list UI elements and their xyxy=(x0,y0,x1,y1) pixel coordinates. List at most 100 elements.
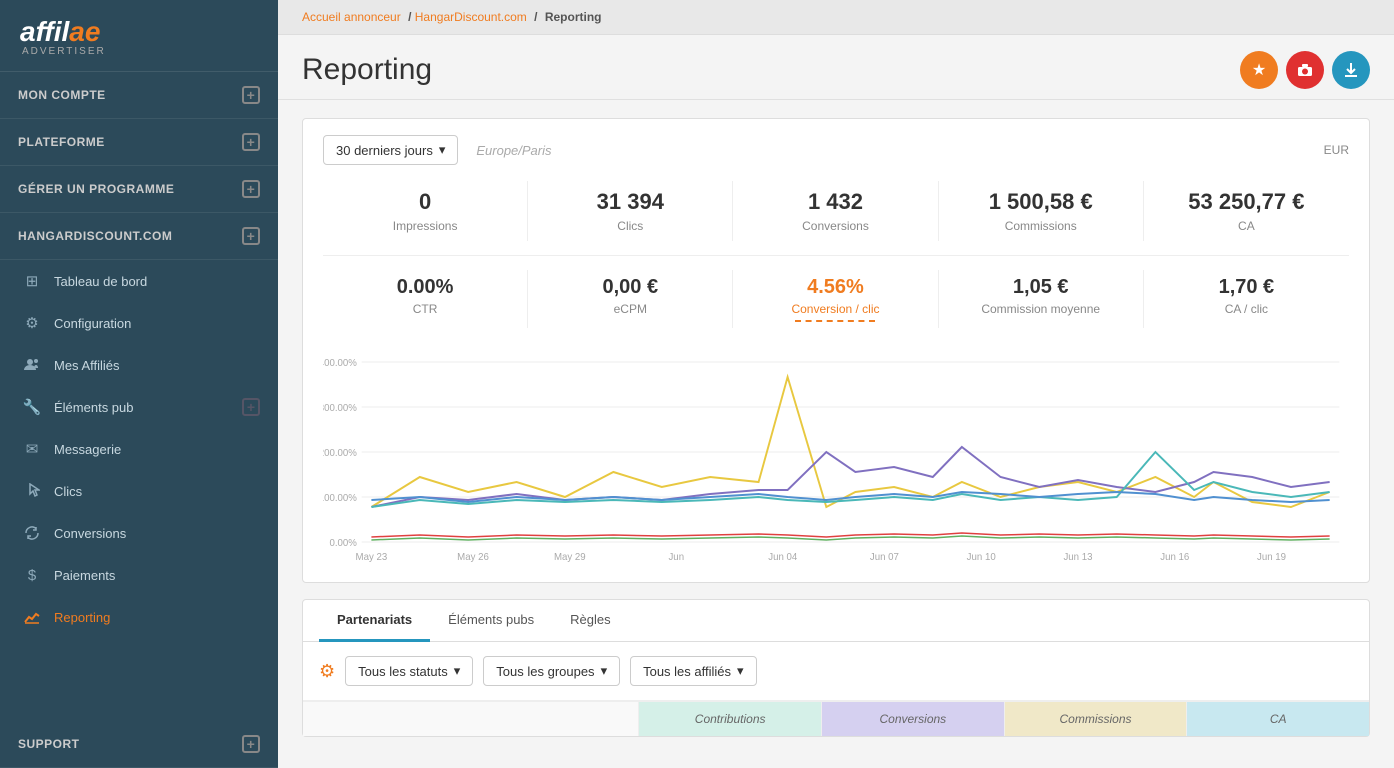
sidebar-item-elements-pub[interactable]: 🔧 Éléments pub + xyxy=(0,386,278,428)
sidebar-item-messagerie-label: Messagerie xyxy=(54,442,121,457)
stats-toolbar: 30 derniers jours ▾ Europe/Paris EUR xyxy=(323,135,1349,165)
sidebar-item-configuration-label: Configuration xyxy=(54,316,131,331)
sidebar-item-mes-affilies[interactable]: Mes Affiliés xyxy=(0,344,278,386)
clics-value: 31 394 xyxy=(532,189,728,215)
chart-container: 400.00% 300.00% 200.00% 100.00% 0.00% xyxy=(323,342,1349,582)
sidebar-item-paiements[interactable]: $ Paiements xyxy=(0,554,278,596)
filter-settings-icon[interactable]: ⚙ xyxy=(319,661,335,682)
plateforme-expand-icon: + xyxy=(242,133,260,151)
stat-clics: 31 394 Clics xyxy=(528,181,733,241)
sidebar-section-mon-compte-label: MON COMPTE xyxy=(18,88,106,102)
statuts-chevron: ▾ xyxy=(454,663,461,679)
table-col-conversions: Conversions xyxy=(822,702,1005,736)
statuts-label: Tous les statuts xyxy=(358,664,448,679)
conversions-label: Conversions xyxy=(737,219,933,233)
gerer-programme-expand-icon: + xyxy=(242,180,260,198)
stat-conversions: 1 432 Conversions xyxy=(733,181,938,241)
tabs-header: Partenariats Éléments pubs Règles xyxy=(303,600,1369,642)
sidebar-item-conversions-label: Conversions xyxy=(54,526,126,541)
messagerie-icon: ✉ xyxy=(22,439,42,459)
conversions-icon xyxy=(22,523,42,543)
configuration-icon: ⚙ xyxy=(22,313,42,333)
sidebar-item-paiements-label: Paiements xyxy=(54,568,115,583)
stats-row-1: 0 Impressions 31 394 Clics 1 432 Convers… xyxy=(323,181,1349,256)
sidebar-section-plateforme-header[interactable]: PLATEFORME + xyxy=(0,119,278,165)
camera-button[interactable] xyxy=(1286,51,1324,89)
svg-text:May 23: May 23 xyxy=(356,552,388,563)
sidebar-section-hangardiscount-label: HANGARDISCOUNT.COM xyxy=(18,229,172,243)
svg-text:Jun 07: Jun 07 xyxy=(870,552,899,563)
sidebar-item-mes-affilies-label: Mes Affiliés xyxy=(54,358,120,373)
sidebar-item-clics-label: Clics xyxy=(54,484,82,499)
table-col-commissions: Commissions xyxy=(1005,702,1188,736)
svg-text:Jun 10: Jun 10 xyxy=(967,552,997,563)
ecpm-label: eCPM xyxy=(532,302,728,316)
reporting-icon xyxy=(22,607,42,627)
stat-impressions: 0 Impressions xyxy=(323,181,528,241)
chart-svg: 400.00% 300.00% 200.00% 100.00% 0.00% xyxy=(323,352,1349,572)
ca-clic-label: CA / clic xyxy=(1148,302,1345,316)
breadcrumb: Accueil annonceur / HangarDiscount.com /… xyxy=(278,0,1394,35)
groupes-dropdown[interactable]: Tous les groupes ▾ xyxy=(483,656,620,686)
sidebar-section-mon-compte: MON COMPTE + xyxy=(0,72,278,119)
sidebar-section-mon-compte-header[interactable]: MON COMPTE + xyxy=(0,72,278,118)
sidebar-section-hangardiscount-header[interactable]: HANGARDISCOUNT.COM + xyxy=(0,213,278,259)
breadcrumb-current: Reporting xyxy=(545,10,602,24)
mon-compte-expand-icon: + xyxy=(242,86,260,104)
tabs-section: Partenariats Éléments pubs Règles ⚙ Tous… xyxy=(302,599,1370,737)
impressions-value: 0 xyxy=(327,189,523,215)
date-range-dropdown[interactable]: 30 derniers jours ▾ xyxy=(323,135,458,165)
breadcrumb-site[interactable]: HangarDiscount.com xyxy=(415,10,527,24)
sidebar-item-clics[interactable]: Clics xyxy=(0,470,278,512)
star-button[interactable]: ★ xyxy=(1240,51,1278,89)
main-content: Accueil annonceur / HangarDiscount.com /… xyxy=(278,0,1394,768)
content-area: 30 derniers jours ▾ Europe/Paris EUR 0 I… xyxy=(278,100,1394,768)
tab-regles[interactable]: Règles xyxy=(552,600,628,642)
download-button[interactable] xyxy=(1332,51,1370,89)
ca-value: 53 250,77 € xyxy=(1148,189,1345,215)
stat-commissions: 1 500,58 € Commissions xyxy=(939,181,1144,241)
conversions-value: 1 432 xyxy=(737,189,933,215)
breadcrumb-home[interactable]: Accueil annonceur xyxy=(302,10,401,24)
affilies-dropdown[interactable]: Tous les affiliés ▾ xyxy=(630,656,756,686)
affilies-chevron: ▾ xyxy=(737,663,744,679)
sidebar-section-support: SUPPORT + xyxy=(0,721,278,768)
stats-row-2: 0.00% CTR 0,00 € eCPM 4.56% Conversion /… xyxy=(323,270,1349,342)
table-col-contributions: Contributions xyxy=(639,702,822,736)
statuts-dropdown[interactable]: Tous les statuts ▾ xyxy=(345,656,473,686)
svg-text:0.00%: 0.00% xyxy=(329,538,357,549)
table-col-empty-1 xyxy=(303,702,639,736)
sidebar-item-reporting-label: Reporting xyxy=(54,610,110,625)
sidebar-item-conversions[interactable]: Conversions xyxy=(0,512,278,554)
stat-ca: 53 250,77 € CA xyxy=(1144,181,1349,241)
groupes-label: Tous les groupes xyxy=(496,664,594,679)
filter-bar: ⚙ Tous les statuts ▾ Tous les groupes ▾ … xyxy=(303,642,1369,701)
stats-panel: 30 derniers jours ▾ Europe/Paris EUR 0 I… xyxy=(302,118,1370,583)
clics-icon xyxy=(22,481,42,501)
stat-ecpm: 0,00 € eCPM xyxy=(528,270,733,328)
sidebar-item-elements-pub-label: Éléments pub xyxy=(54,400,134,415)
table-header-row: Contributions Conversions Commissions CA xyxy=(303,701,1369,736)
tab-elements-pubs[interactable]: Éléments pubs xyxy=(430,600,552,642)
logo-sub: advertiser xyxy=(22,46,258,57)
paiements-icon: $ xyxy=(22,565,42,585)
sidebar-section-gerer-programme-header[interactable]: GÉRER UN PROGRAMME + xyxy=(0,166,278,212)
stat-ctr: 0.00% CTR xyxy=(323,270,528,328)
svg-text:Jun 04: Jun 04 xyxy=(768,552,798,563)
logo-text: affilae xyxy=(20,18,258,46)
sidebar-section-support-header[interactable]: SUPPORT + xyxy=(0,721,278,767)
svg-text:May 29: May 29 xyxy=(554,552,586,563)
sidebar-section-support-label: SUPPORT xyxy=(18,737,80,751)
logo: affilae advertiser xyxy=(0,0,278,72)
sidebar-item-messagerie[interactable]: ✉ Messagerie xyxy=(0,428,278,470)
date-select: 30 derniers jours ▾ Europe/Paris xyxy=(323,135,552,165)
sidebar-item-configuration[interactable]: ⚙ Configuration xyxy=(0,302,278,344)
sidebar-item-tableau-de-bord[interactable]: ⊞ Tableau de bord xyxy=(0,260,278,302)
svg-text:Jun: Jun xyxy=(668,552,684,563)
date-range-chevron: ▾ xyxy=(439,142,446,158)
sidebar-item-reporting[interactable]: Reporting xyxy=(0,596,278,638)
page-title: Reporting xyxy=(302,53,432,87)
tab-partenariats[interactable]: Partenariats xyxy=(319,600,430,642)
stat-ca-clic: 1,70 € CA / clic xyxy=(1144,270,1349,328)
commissions-value: 1 500,58 € xyxy=(943,189,1139,215)
